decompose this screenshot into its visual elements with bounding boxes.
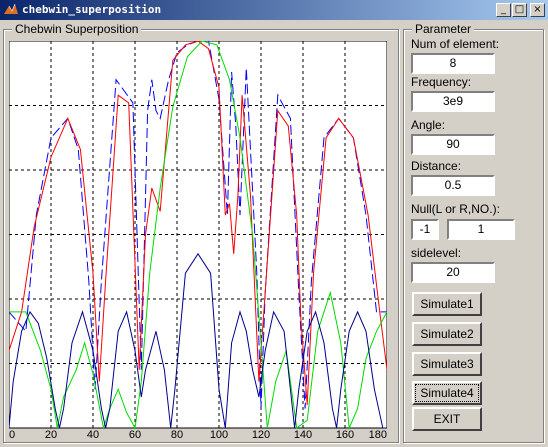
null-side-field[interactable]: -1 — [411, 219, 439, 240]
frequency-label: Frequency: — [411, 75, 472, 89]
angle-label: Angle: — [411, 118, 446, 132]
window-title: chebwin_superposition — [22, 3, 162, 16]
distance-field[interactable]: 0.5 — [411, 175, 495, 196]
x-tick-label: 100 — [210, 429, 228, 439]
close-icon[interactable]: × — [530, 3, 545, 17]
num-element-field[interactable]: 8 — [411, 53, 495, 74]
simulate1-button[interactable]: Simulate1 — [412, 292, 482, 316]
x-tick-label: 0 — [9, 429, 15, 439]
x-tick-label: 20 — [45, 429, 57, 439]
x-tick-label: 60 — [129, 429, 141, 439]
null-number-field[interactable]: 1 — [447, 219, 515, 240]
simulate3-button[interactable]: Simulate3 — [412, 352, 482, 376]
frequency-field[interactable]: 3e9 — [411, 91, 495, 112]
minimize-icon[interactable]: _ — [496, 3, 511, 17]
x-tick-label: 80 — [171, 429, 183, 439]
matlab-logo-icon — [4, 3, 18, 14]
pattern-chart: 0 20 40 60 80 100 120 140 160 180 — [9, 41, 387, 439]
simulate2-button[interactable]: Simulate2 — [412, 322, 482, 346]
maximize-icon[interactable]: □ — [512, 3, 527, 17]
x-tick-labels: 0 20 40 60 80 100 120 140 160 180 — [9, 429, 387, 439]
title-bar[interactable]: chebwin_superposition _ □ × — [0, 0, 548, 20]
x-tick-label: 120 — [252, 429, 270, 439]
x-tick-label: 40 — [87, 429, 99, 439]
distance-label: Distance: — [411, 159, 462, 173]
null-label: Null(L or R,NO.): — [411, 202, 500, 216]
plot-panel-title: Chebwin Superposition — [12, 22, 142, 36]
matlab-figure-window: chebwin_superposition _ □ × Chebwin Supe… — [0, 0, 548, 447]
exit-button[interactable]: EXIT — [412, 407, 482, 431]
angle-field[interactable]: 90 — [411, 134, 495, 155]
x-tick-label: 180 — [369, 429, 387, 439]
parameter-panel-title: Parameter — [412, 22, 475, 36]
sidelevel-field[interactable]: 20 — [411, 262, 495, 283]
sidelevel-label: sidelevel: — [411, 246, 462, 260]
x-tick-label: 160 — [336, 429, 354, 439]
x-tick-label: 140 — [294, 429, 312, 439]
simulate4-button[interactable]: Simulate4 — [412, 381, 482, 405]
num-element-label: Num of element: — [411, 37, 500, 51]
